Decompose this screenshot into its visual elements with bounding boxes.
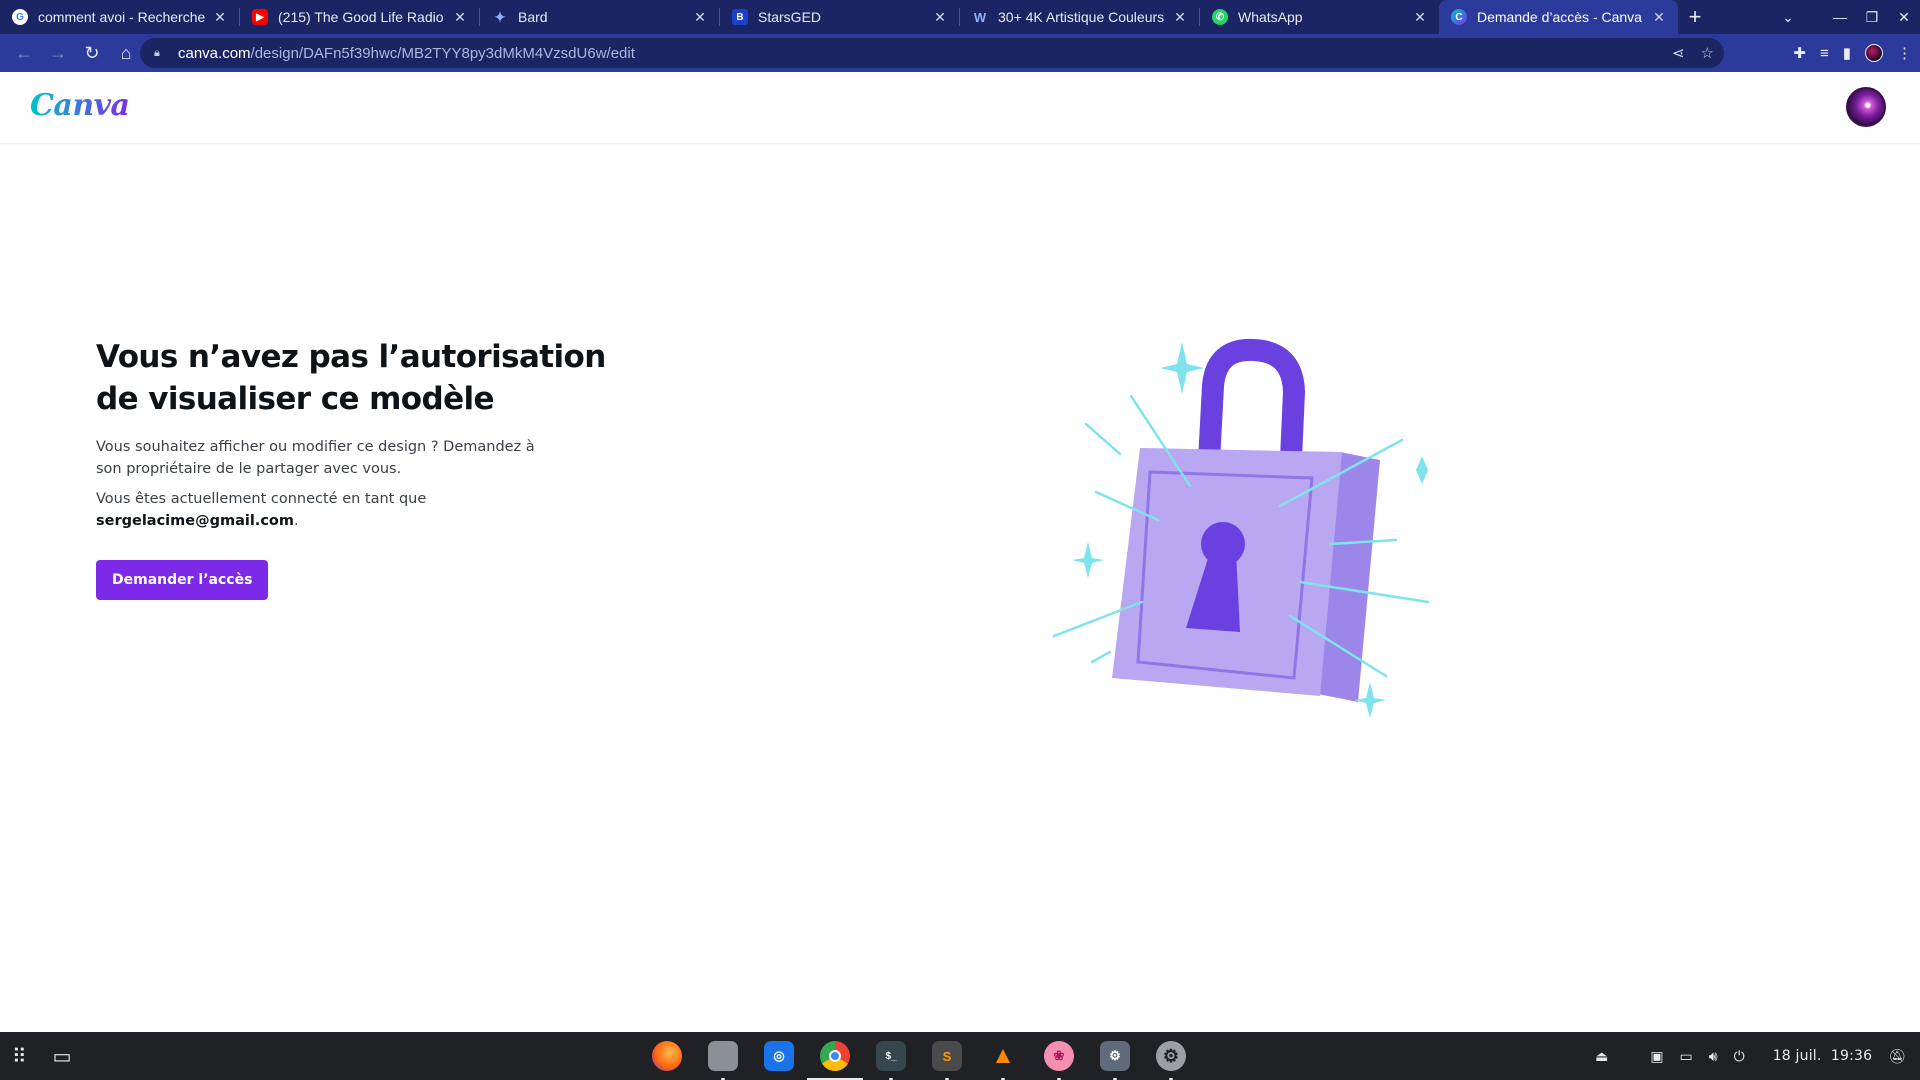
request-access-button[interactable]: Demander l’accès bbox=[96, 560, 269, 600]
tab-wallpapers[interactable]: W 30+ 4K Artistique Couleurs ✕ bbox=[960, 0, 1199, 34]
canva-header: Canva bbox=[0, 72, 1920, 144]
window-controls: ⌄ — ❐ ✕ bbox=[1772, 0, 1920, 34]
settings-gear-app-icon[interactable]: ⚙ bbox=[1100, 1041, 1130, 1080]
close-tab-icon[interactable]: ✕ bbox=[1171, 9, 1189, 26]
close-tab-icon[interactable]: ✕ bbox=[931, 9, 949, 26]
google-icon: G bbox=[12, 9, 28, 25]
firefox-icon[interactable] bbox=[652, 1041, 682, 1071]
taskbar-clock[interactable]: 18 juil. 19:36 bbox=[1773, 1048, 1873, 1064]
reading-list-icon[interactable]: ≡ bbox=[1820, 45, 1829, 62]
canva-icon: C bbox=[1451, 9, 1467, 25]
bookmark-star-icon[interactable]: ☆ bbox=[1701, 44, 1714, 62]
wallpaper-site-icon: W bbox=[973, 9, 987, 25]
restore-icon[interactable]: ❐ bbox=[1856, 9, 1888, 26]
tab-youtube[interactable]: ▶ (215) The Good Life Radio ✕ bbox=[240, 0, 479, 34]
tab-title: WhatsApp bbox=[1238, 9, 1303, 25]
brain-app-icon[interactable]: ❀ bbox=[1044, 1041, 1074, 1080]
network-status-icon[interactable]: ⏏ bbox=[1595, 1048, 1608, 1065]
tab-title: Demande d’accès - Canva bbox=[1477, 9, 1642, 25]
headline-line-1: Vous n’avez pas l’autorisation bbox=[96, 339, 606, 375]
close-tab-icon[interactable]: ✕ bbox=[1650, 9, 1668, 26]
forward-arrow-icon[interactable]: → bbox=[42, 37, 74, 69]
back-arrow-icon[interactable]: ← bbox=[8, 37, 40, 69]
sparkle-diamond-icon bbox=[1416, 456, 1428, 484]
omnibox-actions: ⋖ ☆ bbox=[1672, 38, 1714, 68]
youtube-icon: ▶ bbox=[252, 9, 268, 25]
profile-avatar-icon[interactable] bbox=[1865, 44, 1883, 62]
tab-title: StarsGED bbox=[758, 9, 822, 25]
extensions-puzzle-icon[interactable]: ✚ bbox=[1793, 44, 1806, 62]
headline-line-2: de visualiser ce modèle bbox=[96, 381, 495, 417]
bard-sparkle-icon: ✦ bbox=[494, 8, 506, 25]
sparkle-star-icon bbox=[1160, 342, 1204, 394]
share-icon[interactable]: ⋖ bbox=[1672, 44, 1685, 62]
browser-tab-strip: G comment avoi - Recherche ✕ ▶ (215) The… bbox=[0, 0, 1920, 34]
cast-icon[interactable]: ▣ bbox=[1650, 1048, 1663, 1065]
app-launcher-grid-icon[interactable]: ⠿ bbox=[12, 1044, 27, 1069]
tab-whatsapp[interactable]: ✆ WhatsApp ✕ bbox=[1200, 0, 1439, 34]
chrome-icon[interactable] bbox=[807, 1041, 863, 1080]
user-avatar[interactable] bbox=[1846, 87, 1886, 127]
taskbar-left: ⠿ ▭ bbox=[12, 1032, 72, 1080]
clock-time: 19:36 bbox=[1830, 1048, 1873, 1064]
display-icon[interactable]: ▭ bbox=[1680, 1048, 1693, 1065]
tab-title: Bard bbox=[518, 9, 548, 25]
close-tab-icon[interactable]: ✕ bbox=[451, 9, 469, 26]
terminal-icon[interactable]: $_ bbox=[876, 1041, 906, 1080]
padlock-illustration bbox=[1052, 338, 1430, 718]
lock-icon[interactable]: 🔒︎ bbox=[154, 47, 168, 60]
tab-bard[interactable]: ✦ Bard ✕ bbox=[480, 0, 719, 34]
os-taskbar: ⠿ ▭ ◎ $_ S ▲ ❀ ⚙ ⚙ ⏏ ▣ ▭ 🔊︎ ⏻ 18 juil. 1… bbox=[0, 1032, 1920, 1080]
vlc-icon[interactable]: ▲ bbox=[988, 1041, 1018, 1080]
system-settings-icon[interactable]: ⚙ bbox=[1156, 1041, 1186, 1080]
address-bar[interactable]: 🔒︎ canva.com/design/DAFn5f39hwc/MB2TYY8p… bbox=[140, 38, 1724, 68]
url-domain: canva.com bbox=[178, 44, 251, 62]
close-window-icon[interactable]: ✕ bbox=[1888, 9, 1920, 26]
url-path: /design/DAFn5f39hwc/MB2TYY8py3dMkM4VzsdU… bbox=[250, 44, 635, 62]
close-tab-icon[interactable]: ✕ bbox=[691, 9, 709, 26]
close-tab-icon[interactable]: ✕ bbox=[1411, 9, 1429, 26]
files-icon[interactable] bbox=[708, 1041, 738, 1080]
clock-date: 18 juil. bbox=[1772, 1048, 1822, 1064]
new-tab-button[interactable]: + bbox=[1678, 0, 1712, 34]
canva-logo[interactable]: Canva bbox=[30, 88, 130, 123]
sparkle-star-icon bbox=[1072, 542, 1104, 578]
access-denied-panel: Vous n’avez pas l’autorisation de visual… bbox=[96, 336, 616, 600]
signed-in-text: Vous êtes actuellement connecté en tant … bbox=[96, 488, 556, 532]
tab-title: 30+ 4K Artistique Couleurs bbox=[998, 9, 1165, 25]
reload-icon[interactable]: ↻ bbox=[76, 37, 108, 69]
web-store-icon[interactable]: ◎ bbox=[764, 1041, 794, 1071]
signed-in-suffix: . bbox=[293, 513, 299, 529]
share-request-text: Vous souhaitez afficher ou modifier ce d… bbox=[96, 439, 535, 477]
extension-area: ✚ ≡ ▮ ⋮ bbox=[1793, 34, 1912, 72]
tab-search-chevron-icon[interactable]: ⌄ bbox=[1772, 9, 1804, 26]
notifications-muted-bell-icon[interactable]: 🔕︎ bbox=[1888, 1048, 1906, 1065]
tab-canva-active[interactable]: C Demande d’accès - Canva ✕ bbox=[1439, 0, 1678, 34]
tab-google-search[interactable]: G comment avoi - Recherche ✕ bbox=[0, 0, 239, 34]
tab-starsged[interactable]: B StarsGED ✕ bbox=[720, 0, 959, 34]
whatsapp-icon: ✆ bbox=[1212, 9, 1228, 25]
close-tab-icon[interactable]: ✕ bbox=[211, 9, 229, 26]
browser-toolbar: ← → ↻ ⌂ 🔒︎ canva.com/design/DAFn5f39hwc/… bbox=[0, 34, 1920, 72]
power-icon[interactable]: ⏻ bbox=[1734, 1048, 1745, 1065]
system-tray: ⏏ ▣ ▭ 🔊︎ ⏻ 18 juil. 19:36 🔕︎ bbox=[1595, 1032, 1906, 1080]
volume-icon[interactable]: 🔊︎ bbox=[1709, 1048, 1718, 1065]
page-title: Vous n’avez pas l’autorisation de visual… bbox=[96, 336, 616, 420]
overview-windows-icon[interactable]: ▭ bbox=[53, 1044, 72, 1069]
user-email: sergelacime@gmail.com bbox=[96, 513, 294, 529]
tab-title: comment avoi - Recherche bbox=[38, 9, 205, 25]
signed-in-prefix: Vous êtes actuellement connecté en tant … bbox=[96, 491, 427, 507]
browser-menu-icon[interactable]: ⋮ bbox=[1897, 44, 1912, 62]
side-panel-icon[interactable]: ▮ bbox=[1843, 44, 1851, 62]
tab-title: (215) The Good Life Radio bbox=[278, 9, 444, 25]
taskbar-apps: ◎ $_ S ▲ ❀ ⚙ ⚙ bbox=[652, 1032, 1186, 1080]
sublime-text-icon[interactable]: S bbox=[932, 1041, 962, 1080]
home-icon[interactable]: ⌂ bbox=[110, 37, 142, 69]
minimize-icon[interactable]: — bbox=[1824, 9, 1856, 25]
starsged-icon: B bbox=[732, 9, 748, 25]
